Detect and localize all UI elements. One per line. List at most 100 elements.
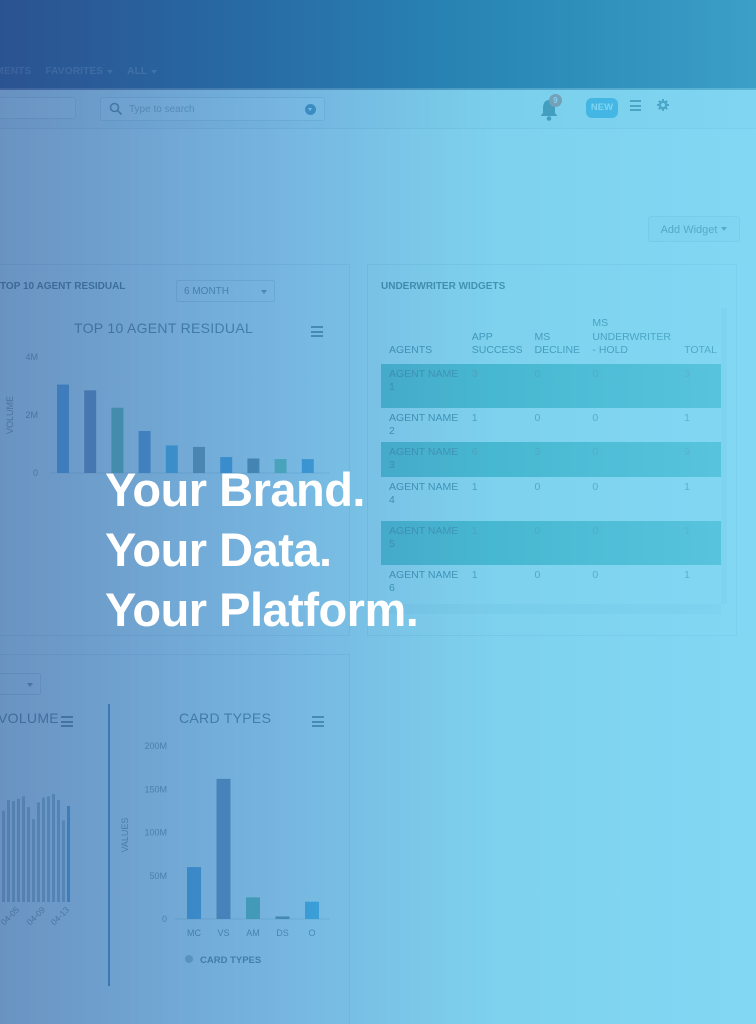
search-input[interactable] [129,101,299,117]
total-cell: 1 [684,568,690,581]
volume-bar [42,797,45,902]
volume-bar [52,794,55,902]
residual-chart-title: TOP 10 AGENT RESIDUAL [74,320,254,336]
app-success-cell: 1 [471,480,478,493]
search-box [100,97,325,121]
legend-marker [185,955,193,963]
table-row[interactable]: AGENT NAME 13003 [381,364,721,408]
column-header-agents[interactable]: AGENTS [381,308,464,364]
horizontal-scrollbar[interactable] [381,604,721,614]
ms-decline-cell: 3 [526,442,585,477]
volume-bar [62,820,65,902]
column-header-app-success[interactable]: APP SUCCESS [464,308,527,364]
bar-O [305,901,319,919]
x-tick-label: VS [217,928,229,938]
table-row[interactable]: AGENT NAME 51001 [381,520,721,565]
volume-bar [22,796,25,902]
volume-bar [2,810,5,902]
total-cell: 1 [684,480,690,493]
card-types-bar-chart: 0 50M 100M 150M 200M VALUES MC VS AM DS O CARD TYPE… [120,741,330,966]
volume-bar [27,807,30,902]
ms-hold-cell: 0 [584,364,677,408]
volume-bar [17,798,20,902]
table-row[interactable]: AGENT NAME 61001 [381,565,721,609]
tagline-line-platform: Your Platform. [105,583,419,636]
column-header-ms-decline[interactable]: MS DECLINE [527,308,585,364]
app-success-cell: 3 [463,364,527,408]
volume-bar [32,819,35,902]
y-tick-label: 4M [25,352,38,362]
table-header-row: AGENTS APP SUCCESS MS DECLINE MS UNDERWR… [381,308,721,364]
panel-divider [108,704,110,986]
gear-icon[interactable] [657,99,669,111]
card-types-chart-title: CARD TYPES [179,710,272,726]
chart-menu-icon[interactable] [312,716,324,730]
top-navigation: UMENTS FAVORITES ALL [0,0,756,88]
volume-period-select[interactable] [0,673,41,695]
search-icon [109,102,123,116]
ms-decline-cell: 0 [526,364,585,408]
nav-links: UMENTS FAVORITES ALL [0,66,158,77]
nav-item-label: UMENTS [0,66,32,77]
bar-1 [57,384,69,473]
period-select[interactable]: 6 MONTH [176,280,275,302]
x-tick-label: 04-13 [49,904,72,927]
bar-MC [187,867,201,919]
period-select-value: 6 MONTH [184,286,229,297]
chart-menu-icon[interactable] [61,716,73,730]
ms-hold-cell: 0 [584,520,677,565]
nav-item-documents[interactable]: UMENTS [0,66,31,77]
ms-decline-cell: 0 [526,520,585,565]
dashboard-app: UMENTS FAVORITES ALL n [0,0,756,1024]
ms-decline-cell: 0 [534,480,541,493]
agent-cell: AGENT NAME 1 [381,364,464,408]
toolbar: n [0,88,756,129]
nav-item-label: ALL [127,66,148,77]
underwriter-table: AGENTS APP SUCCESS MS DECLINE MS UNDERWR… [381,308,721,609]
chevron-down-icon [27,683,33,687]
total-cell: 3 [676,364,721,408]
table-row[interactable]: AGENT NAME 36309 [381,442,721,477]
table-row[interactable]: AGENT NAME 41001 [381,477,721,521]
y-tick-label: 2M [25,410,38,420]
y-tick-label: 150M [144,784,167,794]
x-tick-label: O [308,928,315,938]
volume-bar [57,800,60,902]
ms-hold-cell: 0 [592,568,599,581]
add-widget-button[interactable]: Add Widget [648,216,740,242]
left-filter-field[interactable]: n [0,97,76,119]
chart-menu-icon[interactable] [311,326,323,340]
volume-chart-title: VOLUME [0,710,59,726]
total-cell: 1 [676,520,721,565]
legend-label: CARD TYPES [200,955,261,966]
notification-badge: 9 [549,94,562,107]
bar-2 [84,390,97,473]
y-tick-label: 100M [144,828,167,838]
total-cell: 1 [684,412,690,424]
bar-DS [275,916,290,919]
nav-item-all[interactable]: ALL [127,66,158,77]
app-success-cell: 1 [463,520,527,565]
column-header-ms-hold[interactable]: MS UNDERWRITER - HOLD [584,308,676,364]
nav-item-label: FAVORITES [45,66,104,77]
y-axis-label: VALUES [120,818,130,853]
nav-item-favorites[interactable]: FAVORITES [45,66,114,77]
ms-decline-cell: 0 [534,568,541,581]
ms-hold-cell: 0 [592,480,599,493]
underwriter-panel-title: UNDERWRITER WIDGETS [381,281,506,292]
volume-bar-chart: 104-0504-0904-13 [0,794,72,927]
bar-VS [216,778,231,919]
menu-icon[interactable] [630,100,641,114]
vertical-scrollbar[interactable] [721,308,727,604]
new-button[interactable]: NEW [586,98,618,118]
y-tick-label: 0 [162,914,167,924]
x-tick-label: 04-09 [25,904,48,927]
agent-cell: AGENT NAME 2 [389,412,459,438]
table-row[interactable]: AGENT NAME 2 1 0 0 1 [381,408,721,442]
left-filter-text: n [0,103,1,114]
volume-bar [37,802,40,902]
x-tick-label: AM [246,928,260,938]
add-widget-label: Add Widget [660,224,718,236]
dropdown-icon[interactable] [305,104,316,115]
column-header-total[interactable]: TOTAL [676,308,721,364]
